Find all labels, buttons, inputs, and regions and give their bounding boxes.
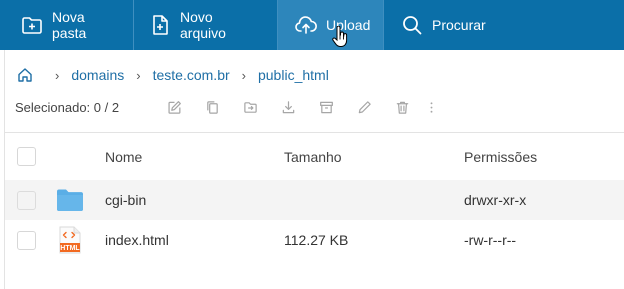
file-plus-icon [148, 13, 172, 37]
chevron-right-icon: › [55, 67, 60, 83]
row-checkbox[interactable] [17, 230, 36, 250]
folder-plus-icon [20, 13, 44, 37]
file-manager-panel: › domains › teste.com.br › public_html S… [4, 50, 624, 289]
copy-icon[interactable] [193, 96, 231, 118]
breadcrumb-item-domains[interactable]: domains [71, 67, 124, 83]
breadcrumb-item-teste[interactable]: teste.com.br [153, 67, 230, 83]
search-label: Procurar [432, 17, 486, 33]
new-file-label: Novo arquivo [180, 9, 226, 41]
search-icon [400, 13, 424, 37]
file-actions [155, 96, 441, 118]
row-checkbox[interactable] [17, 190, 36, 210]
file-size: 112.27 KB [284, 232, 349, 248]
selection-status: Selecionado: 0 / 2 [15, 99, 120, 115]
column-name[interactable]: Nome [105, 149, 142, 165]
table-row[interactable]: cgi-bin drwxr-xr-x [5, 180, 624, 220]
column-size[interactable]: Tamanho [284, 149, 342, 165]
html-file-icon: HTML [57, 226, 83, 254]
chevron-right-icon: › [136, 67, 141, 83]
hand-cursor-icon [332, 26, 348, 47]
breadcrumb-item-public-html[interactable]: public_html [258, 67, 329, 83]
new-file-button[interactable]: Novo arquivo [134, 0, 278, 50]
html-badge-text: HTML [60, 245, 80, 252]
new-folder-label: Nova pasta [52, 9, 87, 41]
file-permissions: drwxr-xr-x [464, 192, 527, 208]
more-icon[interactable] [421, 96, 441, 118]
upload-button[interactable]: Upload [278, 0, 384, 50]
file-name[interactable]: cgi-bin [105, 192, 146, 208]
select-all-checkbox[interactable] [17, 147, 36, 166]
chevron-right-icon: › [241, 67, 246, 83]
rename-icon[interactable] [345, 96, 383, 118]
toolbar: Nova pasta Novo arquivo Upload Procurar [0, 0, 624, 50]
breadcrumb: › domains › teste.com.br › public_html [17, 66, 329, 84]
archive-icon[interactable] [307, 96, 345, 118]
cloud-upload-icon [294, 13, 318, 37]
file-permissions: -rw-r--r-- [464, 232, 517, 248]
move-icon[interactable] [231, 96, 269, 118]
table-row[interactable]: HTML index.html 112.27 KB -rw-r--r-- [5, 220, 624, 260]
folder-icon [57, 187, 83, 213]
delete-icon[interactable] [383, 96, 421, 118]
file-table: Nome Tamanho Permissões cgi-bin drwxr-xr… [5, 132, 624, 260]
search-button[interactable]: Procurar [384, 0, 504, 50]
file-name[interactable]: index.html [105, 232, 169, 248]
new-folder-button[interactable]: Nova pasta [0, 0, 134, 50]
column-permissions[interactable]: Permissões [464, 149, 537, 165]
edit-icon[interactable] [155, 96, 193, 118]
download-icon[interactable] [269, 96, 307, 118]
table-header: Nome Tamanho Permissões [5, 133, 624, 180]
home-icon[interactable] [17, 67, 33, 83]
